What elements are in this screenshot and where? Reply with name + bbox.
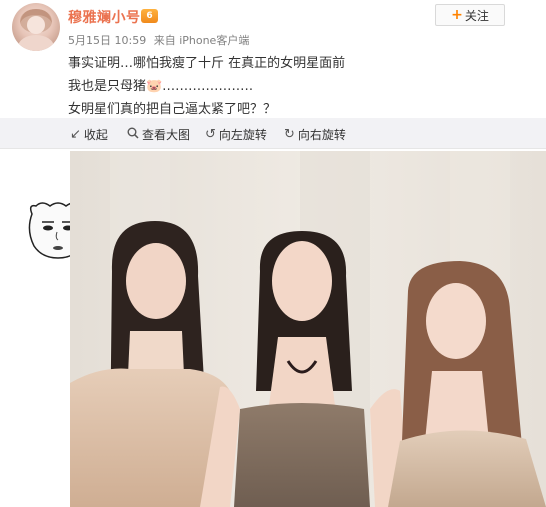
collapse-icon: ↙ bbox=[70, 127, 81, 142]
rotate-right-label: 向右旋转 bbox=[297, 128, 346, 142]
post-header: 穆雅斓小号 6 5月15日 10:59 来自 iPhone客户端 + 关注 事实… bbox=[0, 0, 546, 118]
post-text-line-2: 我也是只母猪🐷………………… bbox=[68, 79, 254, 94]
post-text-line-3: 女明星们真的把自己逼太紧了吧？？ bbox=[68, 102, 277, 117]
rotate-right-button[interactable]: ↻ 向右旋转 bbox=[284, 126, 346, 143]
post-text-line-1: 事实证明…哪怕我瘦了十斤 在真正的女明星面前 bbox=[68, 56, 346, 71]
username[interactable]: 穆雅斓小号 bbox=[68, 7, 141, 27]
image-toolbar: ↙ 收起 查看大图 ↺ 向左旋转 ↻ 向右旋转 bbox=[0, 118, 546, 149]
rotate-left-button[interactable]: ↺ 向左旋转 bbox=[205, 126, 267, 143]
collapse-button[interactable]: ↙ 收起 bbox=[70, 126, 108, 143]
post-time[interactable]: 5月15日 10:59 bbox=[68, 34, 146, 47]
post-source: 来自 iPhone客户端 bbox=[153, 34, 250, 47]
avatar[interactable] bbox=[12, 3, 60, 51]
rotate-left-icon: ↺ bbox=[205, 127, 216, 142]
rotate-left-label: 向左旋转 bbox=[218, 128, 267, 142]
vip-badge: 6 bbox=[141, 9, 158, 23]
view-large-button[interactable]: 查看大图 bbox=[127, 126, 190, 143]
collapse-label: 收起 bbox=[83, 128, 108, 142]
follow-label: 关注 bbox=[464, 8, 489, 23]
plus-icon: + bbox=[451, 7, 463, 23]
view-large-label: 查看大图 bbox=[142, 128, 191, 142]
post-photo[interactable] bbox=[70, 151, 546, 507]
search-icon bbox=[127, 127, 139, 142]
follow-button[interactable]: + 关注 bbox=[435, 4, 505, 26]
rotate-right-icon: ↻ bbox=[284, 127, 295, 142]
post-meta: 5月15日 10:59 来自 iPhone客户端 bbox=[68, 32, 249, 48]
